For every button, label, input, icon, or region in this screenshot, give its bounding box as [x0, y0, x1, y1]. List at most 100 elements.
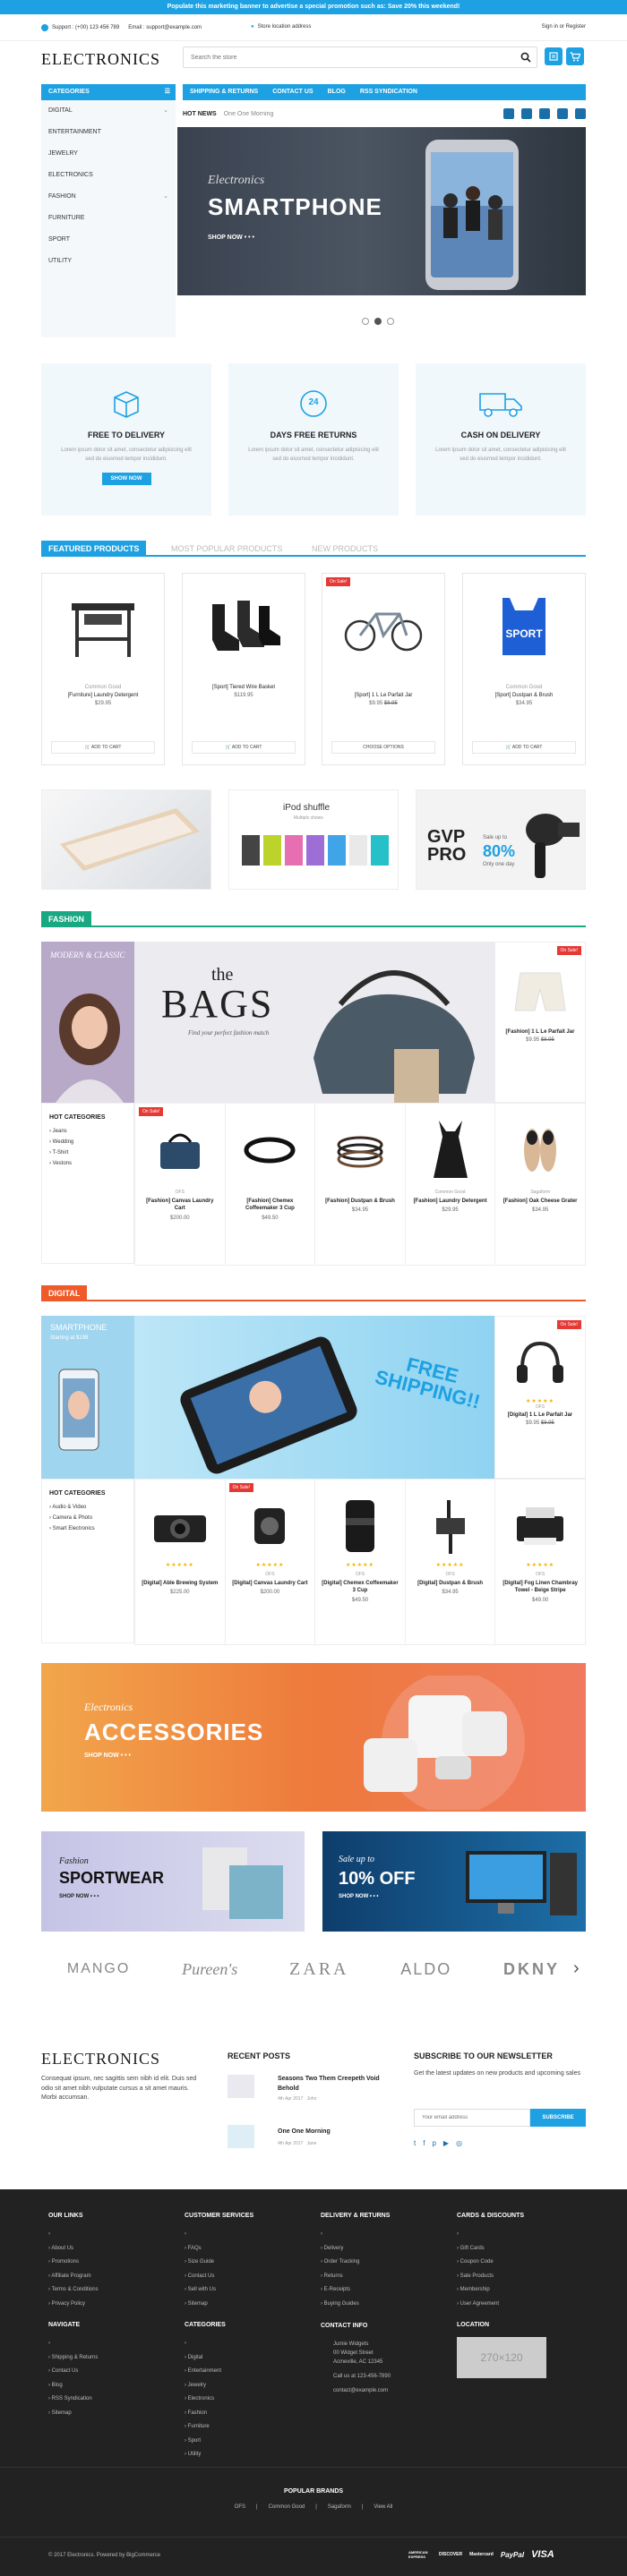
category-item[interactable]: FURNITURE [41, 208, 176, 229]
search-icon[interactable] [520, 52, 531, 63]
product-name[interactable]: [Digital] Able Brewing System [141, 1580, 219, 1587]
product-image[interactable] [322, 574, 444, 679]
product-card[interactable]: Sagaform [Fashion] Oak Cheese Grater $34… [495, 1104, 585, 1265]
footer-link[interactable]: Membership [457, 2283, 524, 2298]
support-email[interactable]: Email : support@example.com [128, 25, 202, 30]
hot-news-text[interactable]: One One Morning [224, 111, 274, 117]
category-item[interactable]: ENTERTAINMENT [41, 122, 176, 143]
hot-category-link[interactable]: › Smart Electronics [49, 1523, 126, 1534]
accessories-shop-now[interactable]: SHOP NOW • • • [84, 1753, 131, 1759]
slider-dots[interactable] [362, 318, 394, 325]
youtube-icon[interactable] [557, 108, 568, 119]
footer-link[interactable]: Terms & Conditions [48, 2283, 99, 2298]
sportwear-banner[interactable]: Fashion SPORTWEAR SHOP NOW • • • [41, 1831, 305, 1932]
tab-featured-products[interactable]: FEATURED PRODUCTS [41, 541, 147, 557]
product-name[interactable]: [Digital] Chemex Coffeemaker 3 Cup [321, 1580, 399, 1595]
product-name[interactable]: [Sport] 1 L Le Parfait Jar [322, 693, 444, 698]
nav-link[interactable]: RSS SYNDICATION [353, 84, 425, 100]
search-box[interactable] [183, 47, 537, 68]
footer-link[interactable]: User Agreement [457, 2298, 524, 2312]
footer-link[interactable]: About Us [48, 2242, 99, 2256]
search-input[interactable] [184, 47, 506, 67]
add-to-cart-button[interactable]: 🛒 ADD TO CART [192, 741, 296, 754]
footer-link[interactable]: Delivery [321, 2242, 390, 2256]
youtube-icon[interactable]: ▶ [443, 2139, 449, 2147]
contact-phone[interactable]: Call us at 123-456-7890 [321, 2372, 391, 2381]
tab-most-popular[interactable]: MOST POPULAR PRODUCTS [171, 541, 282, 557]
product-image[interactable] [183, 574, 305, 679]
product-name[interactable]: [Fashion] Chemex Coffeemaker 3 Cup [231, 1198, 310, 1213]
hot-category-link[interactable]: › T-Shirt [49, 1147, 126, 1158]
location-map[interactable]: 270×120 [457, 2337, 546, 2378]
site-logo[interactable]: ELECTRONICS [41, 50, 160, 69]
brand-link[interactable]: OFS [235, 2504, 245, 2510]
hot-category-link[interactable]: › Camera & Photo [49, 1513, 126, 1523]
fashion-bags-banner[interactable]: the BAGS Find your perfect fashion match [134, 942, 494, 1103]
digital-side-banner[interactable]: SMARTPHONE Starting at $199 [41, 1316, 134, 1479]
product-name[interactable]: [Fashion] Laundry Detergent [411, 1198, 490, 1205]
twitter-icon[interactable] [503, 108, 514, 119]
product-brand[interactable] [226, 1190, 315, 1195]
show-now-button[interactable]: SHOW NOW [101, 473, 151, 486]
brands-next-arrow[interactable]: › [573, 1958, 580, 1979]
product-card[interactable]: On Sale! OFS [Fashion] Canvas Laundry Ca… [135, 1104, 226, 1265]
product-brand[interactable]: OFS [315, 1572, 405, 1577]
instagram-icon[interactable] [575, 108, 586, 119]
fashion-side-banner[interactable]: MODERN & CLASSIC [41, 942, 134, 1103]
product-brand[interactable]: Sagaform [495, 1190, 585, 1195]
product-brand[interactable]: OFS [495, 1572, 585, 1577]
subscribe-button[interactable]: SUBSCRIBE [530, 2109, 586, 2127]
product-card[interactable]: [Sport] Tiered Wire Basket $119.95 🛒 ADD… [182, 573, 305, 765]
category-item[interactable]: JEWELRY [41, 143, 176, 165]
categories-header[interactable]: CATEGORIES ☰ [41, 84, 176, 100]
product-card[interactable]: Common Good [Fashion] Laundry Detergent … [406, 1104, 496, 1265]
footer-link[interactable]: Size Guide [185, 2256, 253, 2270]
hot-category-link[interactable]: › Jeans [49, 1126, 126, 1137]
hero-shop-now[interactable]: SHOP NOW • • • [208, 235, 254, 241]
footer-link[interactable]: FAQs [185, 2242, 253, 2256]
footer-logo[interactable]: ELECTRONICS [41, 2050, 160, 2068]
category-item[interactable]: SPORT [41, 229, 176, 251]
footer-link[interactable]: Electronics [185, 2393, 226, 2407]
footer-link[interactable]: Gift Cards [457, 2242, 524, 2256]
product-card[interactable]: SPORT Common Good [Sport] Dustpan & Brus… [462, 573, 586, 765]
chevron-down-icon[interactable]: ⌄ [163, 100, 168, 122]
twitter-icon[interactable]: t [414, 2139, 416, 2147]
accessories-banner[interactable]: Electronics ACCESSORIES SHOP NOW • • • [41, 1663, 586, 1812]
sportwear-shop-now[interactable]: SHOP NOW • • • [59, 1894, 99, 1899]
tab-new-products[interactable]: NEW PRODUCTS [312, 541, 378, 557]
chevron-down-icon[interactable]: ⌄ [163, 186, 168, 208]
compare-button[interactable] [545, 47, 563, 65]
product-brand[interactable]: OFS [226, 1572, 315, 1577]
footer-link[interactable]: Sitemap [48, 2407, 98, 2421]
brand-logo[interactable]: MANGO [67, 1961, 130, 1977]
footer-link[interactable]: RSS Syndication [48, 2393, 98, 2407]
free-shipping-banner[interactable]: FREE SHIPPING!! [134, 1316, 494, 1479]
promo-ipod-banner[interactable]: iPod shuffle Multiple shows [228, 789, 399, 890]
product-image[interactable] [315, 1114, 405, 1186]
footer-link[interactable]: E-Receipts [321, 2283, 390, 2298]
product-image[interactable] [406, 1490, 495, 1562]
product-name[interactable]: [Fashion] Dustpan & Brush [321, 1198, 399, 1205]
product-card[interactable]: On Sale! [Sport] 1 L Le Parfait Jar $9.9… [322, 573, 445, 765]
product-brand[interactable]: OFS [135, 1190, 225, 1195]
product-name[interactable]: [Furniture] Laundry Detergent [42, 693, 164, 698]
product-card[interactable]: [Fashion] Dustpan & Brush $34.95 [315, 1104, 406, 1265]
facebook-icon[interactable] [521, 108, 532, 119]
brand-logo[interactable]: DKNY [503, 1960, 560, 1979]
brand-logo[interactable]: Pureen's [182, 1960, 237, 1979]
product-image[interactable] [226, 1114, 315, 1186]
sale-10-banner[interactable]: Sale up to 10% OFF SHOP NOW • • • [322, 1831, 586, 1932]
menu-icon[interactable]: ☰ [165, 84, 170, 100]
footer-link[interactable]: Sport [185, 2435, 226, 2449]
post-thumbnail[interactable] [228, 2075, 254, 2098]
fashion-featured-product[interactable]: On Sale! [Fashion] 1 L Le Parfait Jar $9… [494, 942, 586, 1103]
digital-featured-product[interactable]: On Sale! ★★★★★ OFS [Digital] 1 L Le Parf… [494, 1316, 586, 1479]
footer-link[interactable]: Shipping & Returns [48, 2351, 99, 2366]
digital-title[interactable]: DIGITAL [41, 1285, 88, 1301]
product-name[interactable]: [Digital] 1 L Le Parfait Jar [501, 1412, 580, 1418]
add-to-cart-button[interactable]: 🛒 ADD TO CART [472, 741, 576, 754]
product-card[interactable]: ★★★★★ OFS [Digital] Chemex Coffeemaker 3… [315, 1480, 406, 1644]
footer-link[interactable]: Sitemap [185, 2298, 253, 2312]
promo-gvp-banner[interactable]: GVP PRO Sale up to 80% Only one day [416, 789, 586, 890]
